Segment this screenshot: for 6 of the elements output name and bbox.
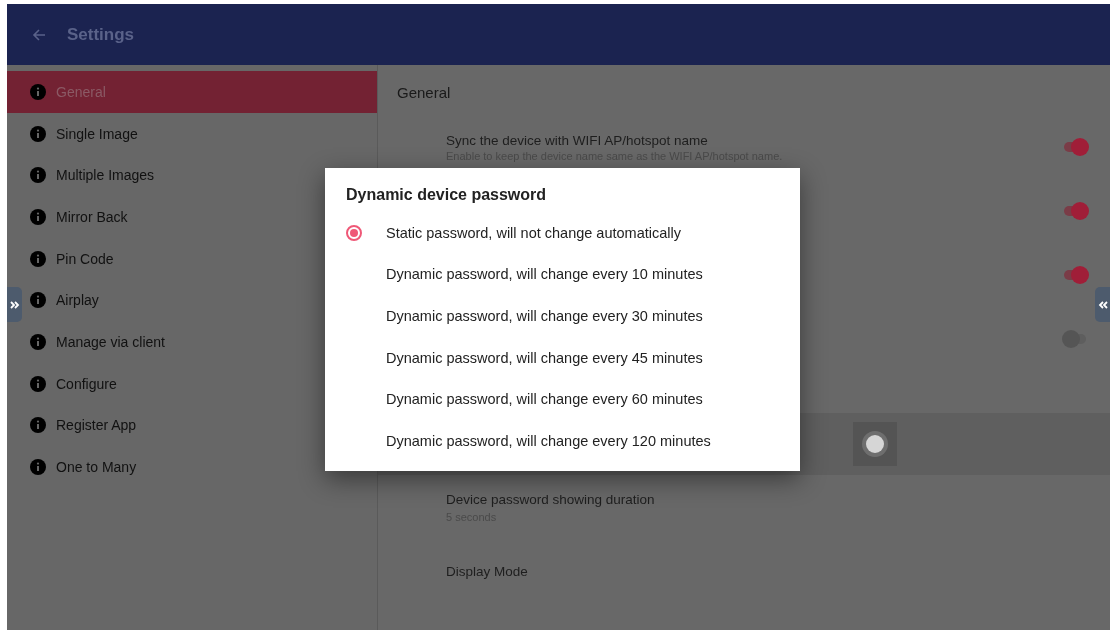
dialog-title: Dynamic device password bbox=[346, 186, 548, 204]
setting-title: Device password showing duration bbox=[446, 491, 656, 507]
setting-title: Display Mode bbox=[446, 563, 529, 579]
section-heading: General bbox=[396, 83, 452, 103]
setting-title: Sync the device with WIFI AP/hotspot name bbox=[446, 132, 709, 148]
app-bar-title: Settings bbox=[67, 24, 135, 45]
